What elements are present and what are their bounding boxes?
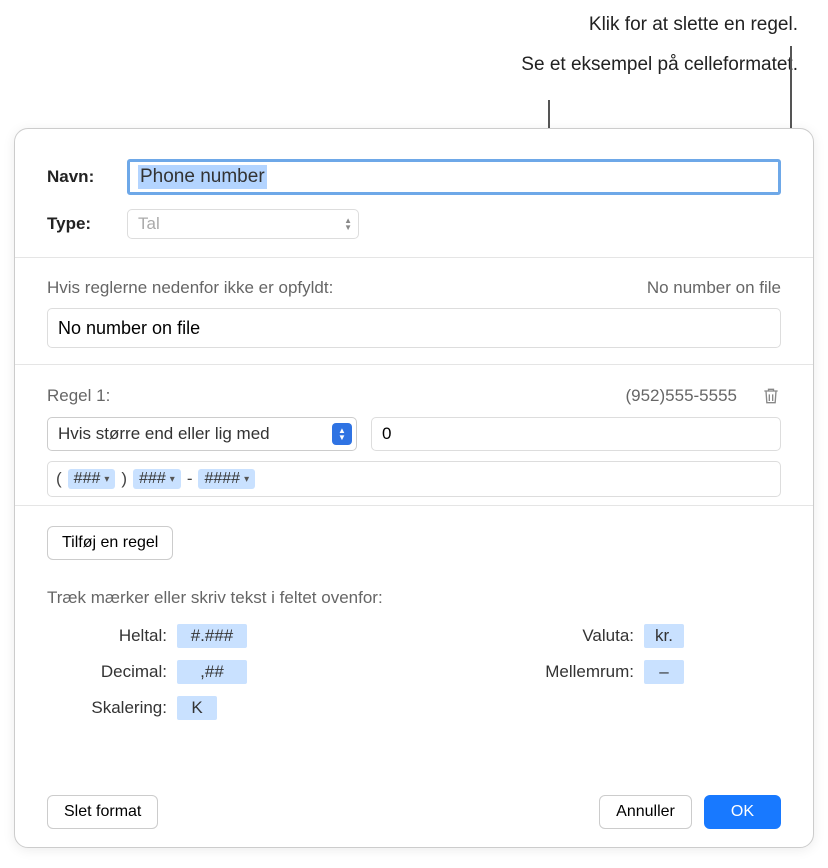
currency-token[interactable]: kr.	[644, 624, 684, 648]
format-literal: (	[56, 469, 62, 489]
rule-preview: (952)555-5555	[625, 386, 737, 406]
condition-value-input[interactable]	[371, 417, 781, 451]
scale-token[interactable]: K	[177, 696, 217, 720]
stepper-icon: ▲▼	[332, 423, 352, 445]
format-token[interactable]: ### ▾	[133, 469, 181, 489]
condition-label: Hvis større end eller lig med	[58, 424, 270, 444]
add-rule-button[interactable]: Tilføj en regel	[47, 526, 173, 560]
name-input[interactable]: Phone number	[127, 159, 781, 195]
ok-button[interactable]: OK	[704, 795, 781, 829]
delete-format-button[interactable]: Slet format	[47, 795, 158, 829]
integer-token[interactable]: #.###	[177, 624, 247, 648]
name-label: Navn:	[47, 167, 127, 187]
chevron-down-icon: ▾	[170, 474, 175, 485]
currency-token-label: Valuta:	[434, 626, 634, 646]
format-literal: -	[187, 469, 193, 489]
name-input-value: Phone number	[138, 165, 267, 189]
drag-hint: Træk mærker eller skriv tekst i feltet o…	[47, 588, 813, 608]
format-literal: )	[121, 469, 127, 489]
fallback-input[interactable]	[47, 308, 781, 348]
format-pattern-field[interactable]: ( ### ▾ ) ### ▾ - #### ▾	[47, 461, 781, 497]
fallback-label: Hvis reglerne nedenfor ikke er opfyldt:	[47, 278, 333, 298]
divider	[15, 505, 813, 506]
decimal-token[interactable]: ,##	[177, 660, 247, 684]
space-token[interactable]: –	[644, 660, 684, 684]
cancel-button[interactable]: Annuller	[599, 795, 692, 829]
integer-token-label: Heltal:	[47, 626, 167, 646]
type-select[interactable]: Tal ▲▼	[127, 209, 359, 239]
type-label: Type:	[47, 214, 127, 234]
custom-format-dialog: Navn: Phone number Type: Tal ▲▼ Hvis reg…	[14, 128, 814, 848]
callout-preview-format: Se et eksempel på celleformatet.	[0, 54, 798, 76]
fallback-preview: No number on file	[647, 278, 781, 298]
decimal-token-label: Decimal:	[47, 662, 167, 682]
space-token-label: Mellemrum:	[434, 662, 634, 682]
condition-select[interactable]: Hvis større end eller lig med ▲▼	[47, 417, 357, 451]
chevron-down-icon: ▾	[104, 474, 109, 485]
chevron-down-icon: ▾	[244, 474, 249, 485]
rule-title: Regel 1:	[47, 386, 110, 406]
stepper-icon: ▲▼	[344, 217, 352, 231]
type-value: Tal	[138, 214, 160, 234]
format-token[interactable]: ### ▾	[68, 469, 116, 489]
scale-token-label: Skalering:	[47, 698, 167, 718]
trash-icon[interactable]	[761, 385, 781, 407]
callout-delete-rule: Klik for at slette en regel.	[0, 14, 798, 36]
format-token[interactable]: #### ▾	[198, 469, 255, 489]
